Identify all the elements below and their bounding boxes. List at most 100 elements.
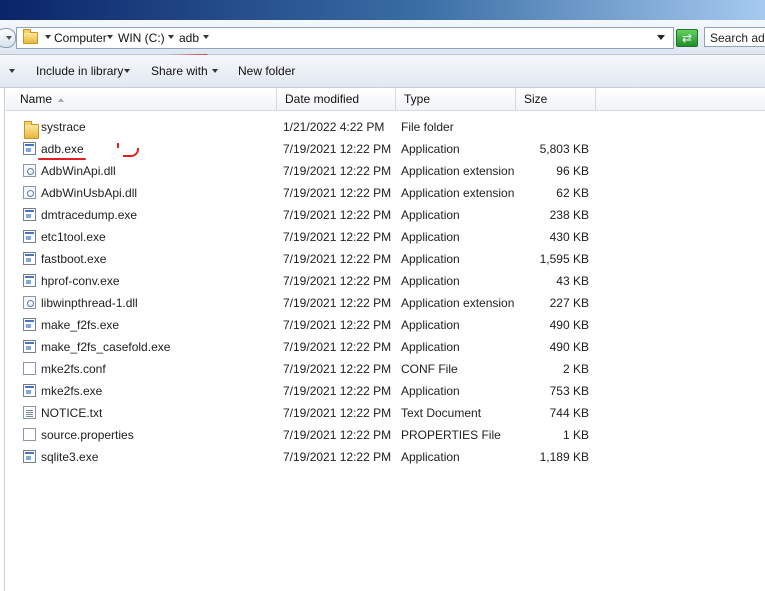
address-history-dropdown-icon[interactable] xyxy=(657,35,665,40)
file-row[interactable]: systrace 1/21/2022 4:22 PM File folder xyxy=(6,116,765,139)
file-name: mke2fs.conf xyxy=(41,362,106,376)
file-size: 238 KB xyxy=(549,208,589,222)
red-annotation-underline xyxy=(38,158,86,160)
file-type: Application xyxy=(401,142,460,156)
application-icon xyxy=(23,142,36,155)
file-row[interactable]: make_f2fs.exe 7/19/2021 12:22 PM Applicati… xyxy=(6,314,765,336)
file-type: Application xyxy=(401,252,460,266)
application-icon xyxy=(23,340,36,353)
file-date-modified: 7/19/2021 12:22 PM xyxy=(283,252,392,266)
file-name: AdbWinUsbApi.dll xyxy=(41,186,138,200)
file-row[interactable]: mke2fs.exe 7/19/2021 12:22 PM Application 7… xyxy=(6,380,765,402)
file-name: make_f2fs_casefold.exe xyxy=(41,340,171,354)
application-icon xyxy=(23,274,36,287)
file-type: Application xyxy=(401,450,460,464)
application-icon xyxy=(23,384,36,397)
file-date-modified: 7/19/2021 12:22 PM xyxy=(283,142,392,156)
refresh-button[interactable]: ⇄ xyxy=(676,29,698,47)
file-type: Application extension xyxy=(401,186,515,200)
breadcrumb-drive[interactable]: WIN (C:) xyxy=(118,31,165,45)
include-in-library-button[interactable]: Include in library xyxy=(36,64,123,78)
file-name: make_f2fs.exe xyxy=(41,318,120,332)
file-row[interactable]: AdbWinUsbApi.dll 7/19/2021 12:22 PM Applic… xyxy=(6,182,765,204)
column-header-name-label: Name xyxy=(20,92,53,106)
file-date-modified: 7/19/2021 12:22 PM xyxy=(283,362,392,376)
file-row[interactable]: make_f2fs_casefold.exe 7/19/2021 12:22 PM… xyxy=(6,336,765,358)
file-size: 1,189 KB xyxy=(539,450,589,464)
file-size xyxy=(519,116,589,138)
chevron-down-icon[interactable] xyxy=(45,35,51,39)
address-bar[interactable]: Computer WIN (C:) adb xyxy=(16,27,674,49)
file-row[interactable]: NOTICE.txt 7/19/2021 12:22 PM Text Documen… xyxy=(6,402,765,424)
file-type: Application xyxy=(401,340,460,354)
red-annotation-mark xyxy=(117,143,119,148)
file-name: hprof-conv.exe xyxy=(41,274,120,288)
window-title-bar xyxy=(0,0,765,20)
file-row[interactable]: mke2fs.conf 7/19/2021 12:22 PM CONF File 2 … xyxy=(6,358,765,380)
file-icon xyxy=(23,428,36,441)
search-input[interactable]: Search adb xyxy=(704,27,765,47)
file-size: 490 KB xyxy=(549,318,589,332)
file-type: File folder xyxy=(401,120,454,134)
dll-icon xyxy=(23,296,36,309)
file-type: PROPERTIES File xyxy=(401,428,501,442)
recent-pages-dropdown-icon[interactable] xyxy=(6,36,12,40)
chevron-down-icon[interactable] xyxy=(107,35,113,39)
chevron-down-icon[interactable] xyxy=(124,69,130,73)
file-date-modified: 7/19/2021 12:22 PM xyxy=(283,384,392,398)
address-bar-area: Computer WIN (C:) adb ⇄ Search adb xyxy=(0,20,765,55)
file-date-modified: 7/19/2021 12:22 PM xyxy=(283,450,392,464)
file-row[interactable]: hprof-conv.exe 7/19/2021 12:22 PM Applicat… xyxy=(6,270,765,292)
column-header-name[interactable]: Name xyxy=(12,88,277,110)
application-icon xyxy=(23,450,36,463)
navigation-pane-edge[interactable] xyxy=(0,88,5,591)
file-name: AdbWinApi.dll xyxy=(41,164,116,178)
file-row[interactable]: libwinpthread-1.dll 7/19/2021 12:22 PM App… xyxy=(6,292,765,314)
chevron-down-icon[interactable] xyxy=(203,35,209,39)
file-name: dmtracedump.exe xyxy=(41,208,138,222)
file-date-modified: 7/19/2021 12:22 PM xyxy=(283,208,392,222)
file-row[interactable]: dmtracedump.exe 7/19/2021 12:22 PM Applica… xyxy=(6,204,765,226)
file-date-modified: 7/19/2021 12:22 PM xyxy=(283,318,392,332)
breadcrumb-computer[interactable]: Computer xyxy=(54,31,107,45)
file-icon xyxy=(23,362,36,375)
column-header-type[interactable]: Type xyxy=(396,88,516,110)
file-name: adb.exe xyxy=(41,142,84,156)
file-type: Application xyxy=(401,274,460,288)
file-type: Application xyxy=(401,384,460,398)
file-row[interactable]: adb.exe 7/19/2021 12:22 PM Application 5,80… xyxy=(6,138,765,160)
file-row[interactable]: source.properties 7/19/2021 12:22 PM PROPE… xyxy=(6,424,765,446)
file-size: 62 KB xyxy=(556,186,589,200)
folder-icon xyxy=(24,121,39,139)
file-row[interactable]: etc1tool.exe 7/19/2021 12:22 PM Applicatio… xyxy=(6,226,765,248)
file-size: 2 KB xyxy=(562,362,589,376)
file-type: Application xyxy=(401,230,460,244)
file-size: 490 KB xyxy=(549,340,589,354)
file-name: etc1tool.exe xyxy=(41,230,106,244)
file-size: 5,803 KB xyxy=(539,142,589,156)
file-date-modified: 1/21/2022 4:22 PM xyxy=(283,120,385,134)
file-type: Application xyxy=(401,208,460,222)
file-row[interactable]: sqlite3.exe 7/19/2021 12:22 PM Application… xyxy=(6,446,765,468)
application-icon xyxy=(23,230,36,243)
application-icon xyxy=(23,318,36,331)
file-size: 430 KB xyxy=(549,230,589,244)
chevron-down-icon[interactable] xyxy=(168,35,174,39)
folder-icon xyxy=(23,29,38,44)
file-row[interactable]: AdbWinApi.dll 7/19/2021 12:22 PM Applicati… xyxy=(6,160,765,182)
command-bar: Include in library Share with New folder xyxy=(0,55,765,88)
sort-ascending-icon xyxy=(58,97,65,102)
chevron-down-icon[interactable] xyxy=(212,69,218,73)
file-row[interactable]: fastboot.exe 7/19/2021 12:22 PM Applicatio… xyxy=(6,248,765,270)
breadcrumb-adb[interactable]: adb xyxy=(179,31,199,45)
organize-dropdown-icon[interactable] xyxy=(9,69,15,73)
column-header-date-modified[interactable]: Date modified xyxy=(277,88,396,110)
column-header-size[interactable]: Size xyxy=(516,88,596,110)
file-type: Application extension xyxy=(401,164,515,178)
new-folder-button[interactable]: New folder xyxy=(238,64,295,78)
dll-icon xyxy=(23,164,36,177)
share-with-button[interactable]: Share with xyxy=(151,64,208,78)
file-type: Application xyxy=(401,318,460,332)
file-name: libwinpthread-1.dll xyxy=(41,296,138,310)
file-date-modified: 7/19/2021 12:22 PM xyxy=(283,186,392,200)
